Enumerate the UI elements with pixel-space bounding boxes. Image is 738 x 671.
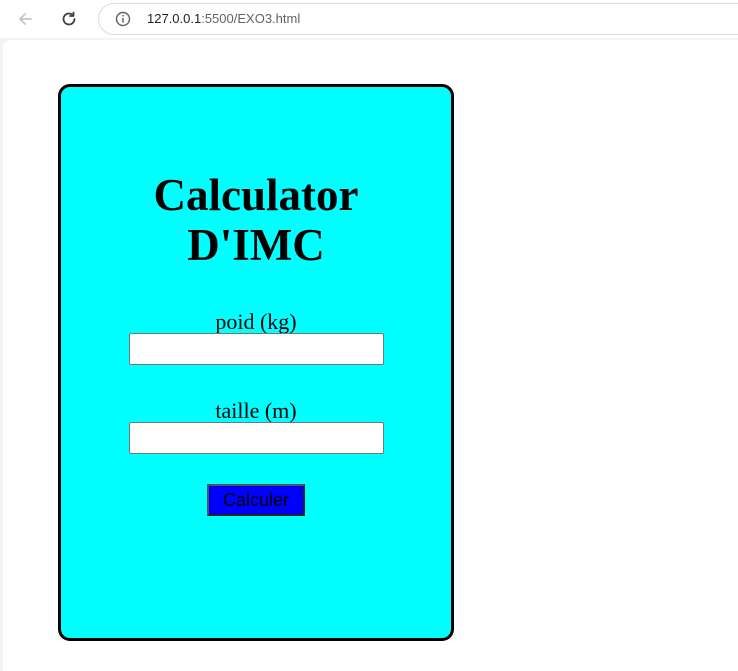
calculate-button[interactable]: Calculer xyxy=(207,484,305,516)
arrow-left-icon xyxy=(19,13,32,25)
height-label: taille (m) xyxy=(215,398,297,423)
weight-label: poid (kg) xyxy=(215,309,297,334)
url-host: 127.0.0.1 xyxy=(147,11,202,26)
browser-toolbar: 127.0.0.1:5500/EXO3.html xyxy=(0,0,738,38)
url-text: 127.0.0.1:5500/EXO3.html xyxy=(147,11,300,26)
address-bar[interactable]: 127.0.0.1:5500/EXO3.html xyxy=(98,3,738,35)
page-title: Calculator D'IMC xyxy=(61,170,451,270)
url-path: :5500/EXO3.html xyxy=(201,11,301,26)
weight-input[interactable] xyxy=(129,333,384,365)
reload-button[interactable] xyxy=(56,6,82,32)
title-line-2: D'IMC xyxy=(187,220,325,270)
reload-icon xyxy=(62,11,76,26)
height-input[interactable] xyxy=(129,422,384,454)
info-icon[interactable] xyxy=(115,11,131,27)
calculator-card: Calculator D'IMC poid (kg) taille (m) Ca… xyxy=(58,84,454,641)
title-line-1: Calculator xyxy=(153,170,359,220)
back-button[interactable] xyxy=(12,6,38,32)
